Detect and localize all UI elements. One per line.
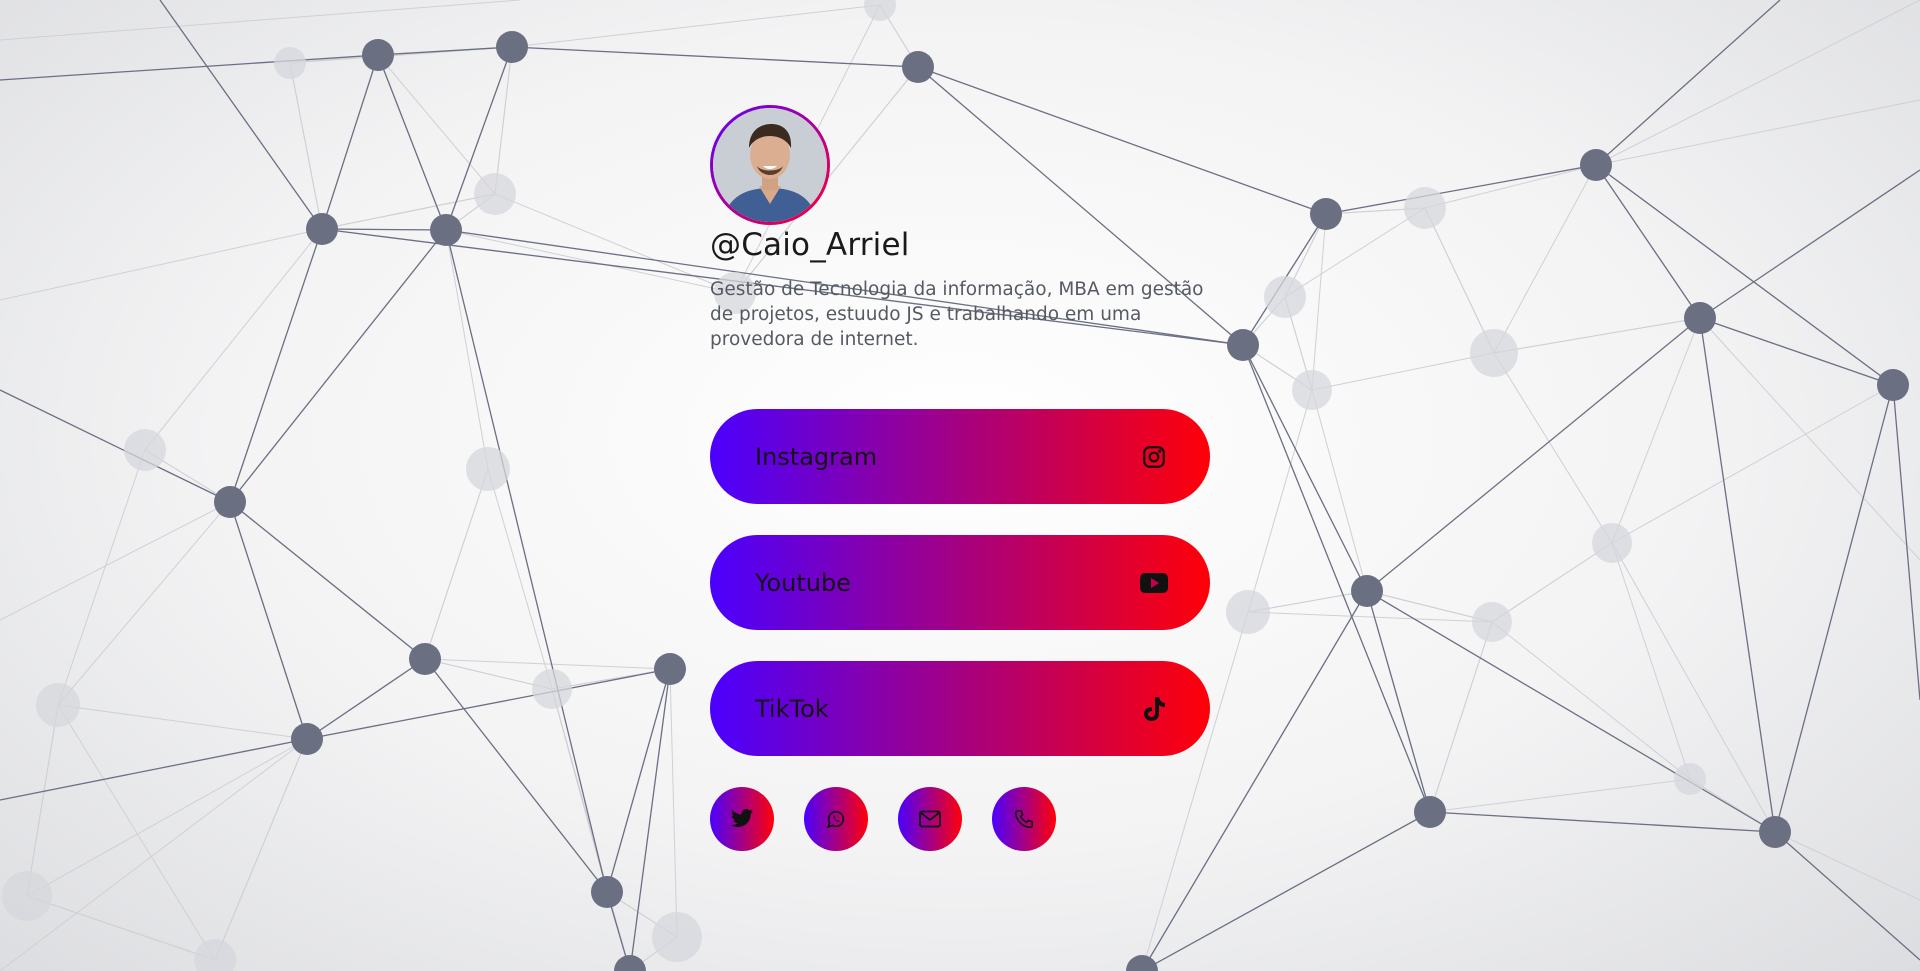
youtube-link-button[interactable]: Youtube bbox=[710, 535, 1210, 630]
tiktok-link-button[interactable]: TikTok bbox=[710, 661, 1210, 756]
link-label: TikTok bbox=[755, 694, 829, 723]
link-label: Youtube bbox=[755, 568, 851, 597]
phone-icon bbox=[1014, 809, 1034, 829]
whatsapp-button[interactable] bbox=[804, 787, 868, 851]
tiktok-icon bbox=[1140, 695, 1168, 723]
phone-button[interactable] bbox=[992, 787, 1056, 851]
avatar-photo bbox=[713, 108, 827, 222]
instagram-icon bbox=[1140, 443, 1168, 471]
profile-card: @Caio_Arriel Gestão de Tecnologia da inf… bbox=[710, 105, 1210, 851]
twitter-button[interactable] bbox=[710, 787, 774, 851]
mail-icon bbox=[919, 810, 941, 828]
whatsapp-icon bbox=[826, 810, 845, 829]
youtube-icon bbox=[1140, 569, 1168, 597]
instagram-link-button[interactable]: Instagram bbox=[710, 409, 1210, 504]
profile-handle: @Caio_Arriel bbox=[710, 227, 910, 263]
social-icons-row bbox=[710, 787, 1210, 851]
avatar bbox=[710, 105, 830, 225]
profile-bio: Gestão de Tecnologia da informação, MBA … bbox=[710, 279, 1204, 350]
link-label: Instagram bbox=[755, 442, 878, 471]
link-list: Instagram Youtube TikTok bbox=[710, 409, 1210, 756]
twitter-icon bbox=[731, 809, 753, 827]
mail-button[interactable] bbox=[898, 787, 962, 851]
